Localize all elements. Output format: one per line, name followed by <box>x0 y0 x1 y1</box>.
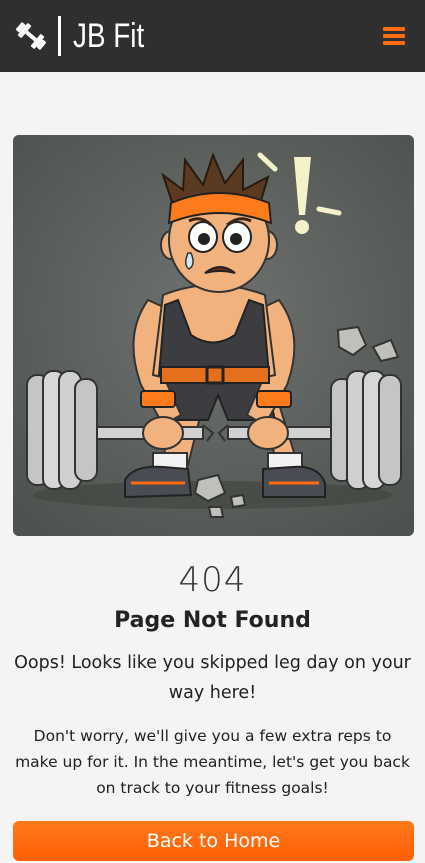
top-navbar: JB Fit <box>0 0 425 72</box>
error-code: 404 <box>178 560 247 600</box>
page-title: Page Not Found <box>114 608 311 633</box>
brand-logo[interactable]: JB Fit <box>12 15 160 57</box>
dumbbell-logo-icon <box>15 22 47 50</box>
weightlifter-illustration <box>13 135 414 536</box>
back-to-home-button[interactable]: Back to Home <box>13 821 414 861</box>
error-message: Don't worry, we'll give you a few extra … <box>15 727 410 797</box>
brand-name: JB Fit <box>73 16 145 55</box>
hero-illustration <box>13 135 414 536</box>
hamburger-menu-icon[interactable] <box>383 27 405 45</box>
logo-divider <box>58 16 61 56</box>
error-lead-text: Oops! Looks like you skipped leg day on … <box>14 653 411 703</box>
